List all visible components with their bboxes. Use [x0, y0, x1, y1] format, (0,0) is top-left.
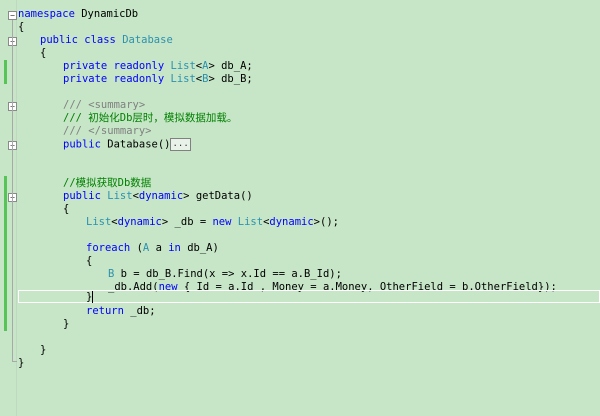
- type-name: List: [86, 216, 112, 228]
- identifier: db_A;: [221, 60, 253, 72]
- identifier: _db =: [174, 216, 207, 228]
- code-line: public List<dynamic> getData(): [63, 190, 253, 203]
- code-line: }: [86, 291, 94, 304]
- symbol: >: [161, 216, 169, 228]
- type-name: List: [170, 73, 196, 85]
- type-name: A: [142, 242, 150, 254]
- keyword: private: [63, 60, 108, 72]
- brace: {: [86, 255, 93, 267]
- keyword: dynamic: [138, 190, 184, 202]
- code-line: /// </summary>: [63, 125, 152, 138]
- code-line: /// 初始化Db层时，模拟数据加载。: [63, 112, 237, 125]
- code-line: B b = db_B.Find(x => x.Id == a.B_Id);: [108, 268, 342, 281]
- brace: }: [63, 318, 70, 330]
- keyword: class: [84, 34, 116, 46]
- code-line: }: [40, 344, 46, 357]
- symbol: >: [183, 190, 190, 202]
- code-line: //模拟获取Db数据: [63, 177, 151, 190]
- code-line: return _db;: [86, 305, 156, 318]
- class-name: Database: [122, 34, 173, 46]
- code-line: {: [40, 47, 46, 60]
- editor-gutter: − − − + −: [0, 0, 17, 416]
- collapsed-region-button[interactable]: ...: [170, 138, 191, 151]
- brace: }: [40, 344, 47, 356]
- symbol: >: [208, 60, 215, 72]
- code-line: public class Database: [40, 34, 173, 47]
- type-name: List: [237, 216, 264, 228]
- constructor-signature: Database(): [107, 138, 171, 151]
- keyword: dynamic: [269, 216, 314, 228]
- code-line: {: [86, 255, 92, 268]
- code-line: private readonly List<B> db_B;: [63, 73, 253, 86]
- symbol: >: [208, 73, 215, 85]
- code-line: }: [18, 357, 24, 370]
- code-editor[interactable]: − − − + − namespace DynamicDb { public c…: [0, 0, 600, 416]
- fold-guide: [12, 20, 13, 362]
- keyword: private: [63, 73, 108, 85]
- doc-comment: /// </summary>: [63, 125, 152, 137]
- keyword: foreach: [86, 242, 131, 254]
- keyword: dynamic: [117, 216, 162, 228]
- code-line: foreach (A a in db_A): [86, 242, 219, 255]
- keyword: new: [212, 216, 232, 228]
- code-line: List<dynamic> _db = new List<dynamic>();: [86, 216, 339, 229]
- text-caret: [92, 291, 94, 303]
- keyword: public: [63, 190, 101, 202]
- collapse-icon[interactable]: −: [8, 11, 17, 20]
- doc-comment: /// 初始化Db层时，模拟数据加载。: [63, 112, 238, 124]
- brace: {: [63, 203, 70, 215]
- keyword: readonly: [113, 73, 165, 85]
- code-line: {: [18, 21, 24, 34]
- identifier: _db;: [130, 305, 156, 317]
- identifier: a: [155, 242, 162, 254]
- change-marker: [4, 176, 7, 331]
- method-signature: getData(): [195, 190, 253, 202]
- identifier: db_A): [187, 242, 219, 254]
- type-name: B: [108, 268, 115, 280]
- comment: //模拟获取Db数据: [63, 177, 152, 189]
- statement: b = db_B.Find(x => x.Id == a.B_Id);: [120, 268, 342, 280]
- type-name: List: [170, 60, 196, 72]
- brace: {: [18, 21, 25, 33]
- code-line: namespace DynamicDb: [18, 8, 138, 21]
- keyword: public: [40, 34, 78, 46]
- doc-comment: /// <summary>: [63, 99, 146, 111]
- identifier: db_B;: [221, 73, 253, 85]
- keyword: in: [168, 242, 181, 254]
- type-name: List: [107, 190, 133, 202]
- change-marker: [4, 60, 7, 84]
- code-line: /// <summary>: [63, 99, 145, 112]
- keyword: return: [86, 305, 124, 317]
- fold-guide-end: [12, 361, 17, 362]
- code-line: {: [63, 203, 69, 216]
- code-line: }: [63, 318, 69, 331]
- brace: {: [40, 47, 47, 59]
- keyword: public: [63, 138, 101, 151]
- keyword: readonly: [113, 60, 165, 72]
- code-line: public Database()...: [63, 138, 191, 151]
- keyword: namespace: [18, 8, 75, 20]
- namespace-name: DynamicDb: [81, 8, 139, 20]
- symbol: ();: [320, 216, 339, 228]
- current-line-highlight: [18, 290, 600, 303]
- code-line: private readonly List<A> db_A;: [63, 60, 253, 73]
- brace: }: [18, 357, 25, 369]
